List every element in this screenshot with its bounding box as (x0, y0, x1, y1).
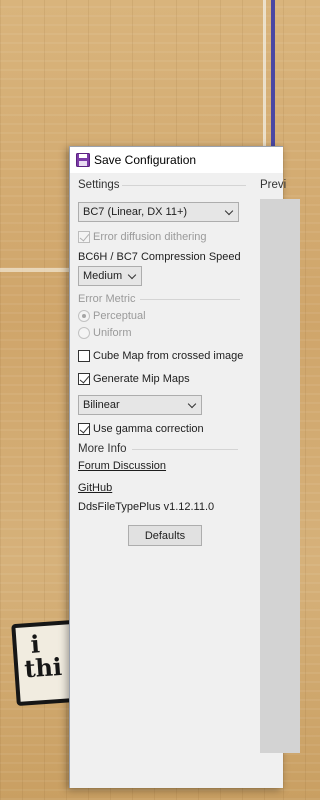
format-dropdown[interactable]: BC7 (Linear, DX 11+) (78, 202, 239, 222)
error-diffusion-checkbox[interactable] (78, 231, 90, 243)
uniform-radio[interactable] (78, 327, 90, 339)
generate-mip-maps-label: Generate Mip Maps (93, 373, 190, 385)
compression-speed-dropdown[interactable]: Medium (78, 266, 142, 286)
compression-speed-label: BC6H / BC7 Compression Speed (78, 251, 241, 263)
background-court-line-white (263, 0, 266, 150)
error-metric-label: Error Metric (78, 293, 136, 305)
more-info-section-label: More Info (78, 443, 127, 455)
cube-map-checkbox[interactable] (78, 350, 90, 362)
title-bar[interactable]: Save Configuration (70, 147, 283, 172)
more-info-divider (132, 449, 238, 450)
compression-speed-value: Medium (83, 270, 123, 282)
perceptual-radio-label: Perceptual (93, 310, 146, 322)
forum-discussion-link[interactable]: Forum Discussion (78, 460, 166, 472)
error-diffusion-label: Error diffusion dithering (93, 231, 207, 243)
background-court-line-blue (271, 0, 275, 150)
github-link[interactable]: GitHub (78, 482, 112, 494)
mip-filter-value: Bilinear (83, 399, 120, 411)
generate-mip-maps-checkbox[interactable] (78, 373, 90, 385)
preview-section-label: Previ (260, 179, 287, 191)
settings-divider (122, 185, 246, 186)
chevron-down-icon (128, 272, 137, 281)
preview-panel (260, 199, 300, 753)
gamma-correction-label: Use gamma correction (93, 423, 204, 435)
error-metric-divider (140, 299, 240, 300)
defaults-button[interactable]: Defaults (128, 525, 202, 546)
version-label: DdsFileTypePlus v1.12.11.0 (78, 501, 215, 513)
format-dropdown-value: BC7 (Linear, DX 11+) (83, 206, 188, 218)
chevron-down-icon (188, 401, 197, 410)
uniform-radio-label: Uniform (93, 327, 132, 339)
mip-filter-dropdown[interactable]: Bilinear (78, 395, 202, 415)
save-configuration-dialog: Save Configuration Settings Previ BC7 (L… (69, 146, 300, 788)
save-floppy-icon (76, 152, 90, 167)
cube-map-label: Cube Map from crossed image (93, 350, 244, 362)
settings-section-label: Settings (78, 179, 120, 191)
window-title: Save Configuration (94, 152, 197, 167)
dialog-body: Settings Previ BC7 (Linear, DX 11+) Erro… (70, 173, 300, 788)
chevron-down-icon (225, 208, 234, 217)
perceptual-radio[interactable] (78, 310, 90, 322)
gamma-correction-checkbox[interactable] (78, 423, 90, 435)
